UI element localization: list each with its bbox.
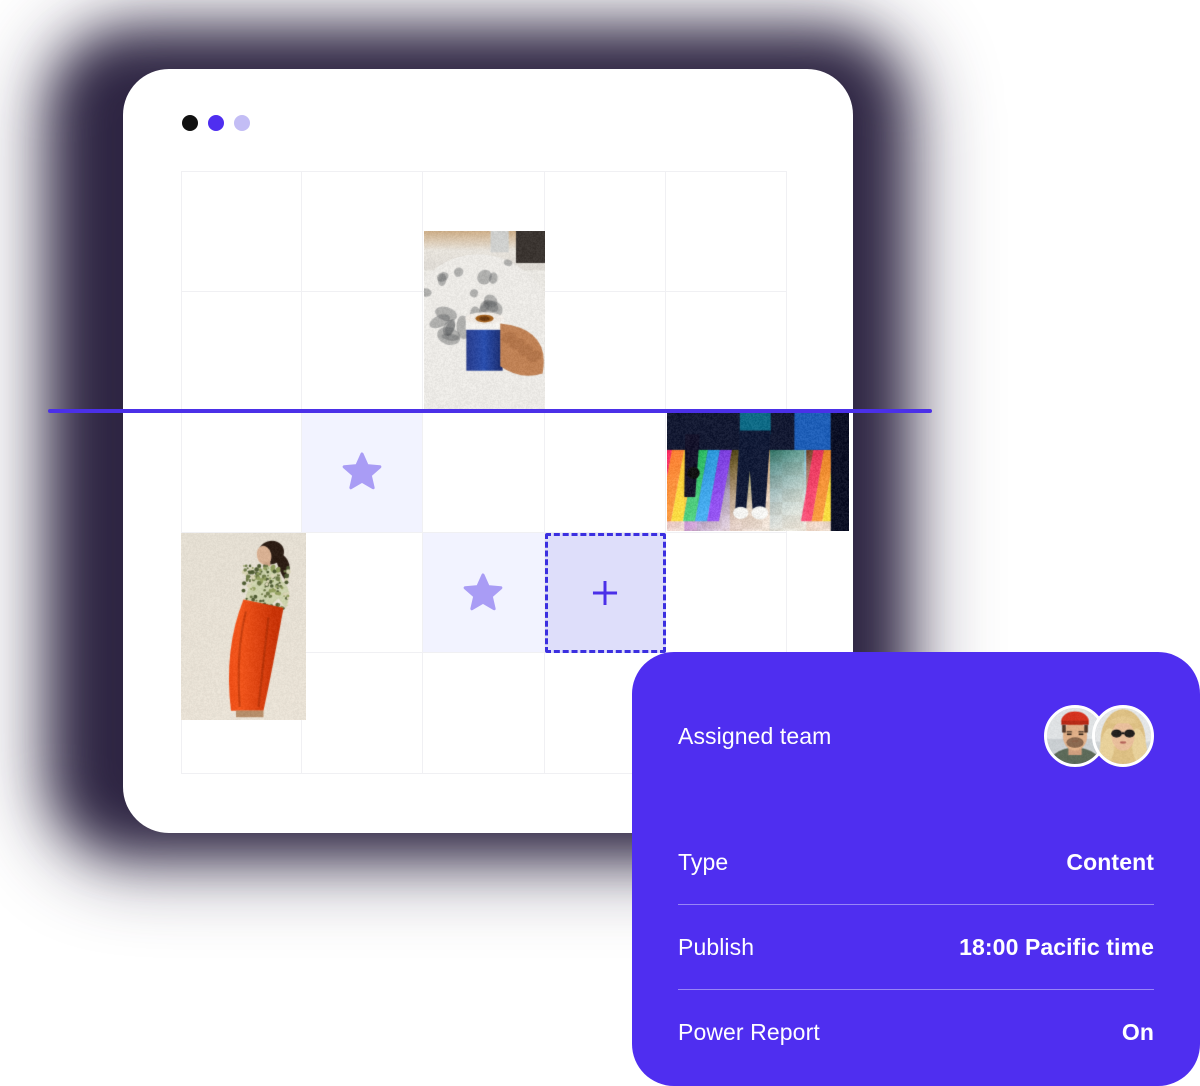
window-dot-purple[interactable] [208, 115, 224, 131]
calendar-cell-r4-c3[interactable] [423, 533, 544, 654]
type-label: Type [678, 849, 728, 876]
calendar-cell-r5-c2[interactable] [302, 653, 423, 774]
plus-icon[interactable] [588, 576, 622, 610]
calendar-cell-r3-c2[interactable] [302, 412, 423, 533]
calendar-cell-r5-c3[interactable] [423, 653, 544, 774]
media-tile-dancefloor[interactable] [667, 410, 849, 531]
type-row[interactable]: Type Content [678, 820, 1154, 904]
media-tile-coffee[interactable] [424, 231, 545, 409]
calendar-cell-r2-c2[interactable] [302, 292, 423, 413]
calendar-cell-r3-c4[interactable] [545, 412, 666, 533]
calendar-dropzone-cell[interactable] [545, 533, 666, 654]
window-controls [182, 115, 250, 131]
calendar-cell-r3-c3[interactable] [423, 412, 544, 533]
post-detail-card: Assigned team Type Content Publish 18:00… [632, 652, 1200, 1086]
assigned-team-avatars[interactable] [1044, 705, 1154, 767]
type-value: Content [1066, 849, 1154, 876]
power-report-value: On [1122, 1019, 1154, 1046]
calendar-cell-r2-c5[interactable] [666, 292, 787, 413]
power-report-label: Power Report [678, 1019, 820, 1046]
publish-value: 18:00 Pacific time [959, 934, 1154, 961]
calendar-cell-r3-c1[interactable] [181, 412, 302, 533]
calendar-cell-r2-c4[interactable] [545, 292, 666, 413]
assigned-team-label: Assigned team [678, 723, 831, 750]
calendar-cell-r1-c2[interactable] [302, 171, 423, 292]
calendar-cell-r1-c1[interactable] [181, 171, 302, 292]
star-icon [460, 570, 506, 616]
calendar-cell-r4-c5[interactable] [666, 533, 787, 654]
calendar-cell-r1-c5[interactable] [666, 171, 787, 292]
calendar-cell-r2-c1[interactable] [181, 292, 302, 413]
calendar-cell-r1-c4[interactable] [545, 171, 666, 292]
avatar-woman-sunglasses[interactable] [1092, 705, 1154, 767]
assigned-team-row: Assigned team [678, 652, 1154, 820]
media-tile-model[interactable] [181, 533, 306, 720]
screenshot-stage: Assigned team Type Content Publish 18:00… [0, 0, 1200, 1086]
star-icon [339, 449, 385, 495]
publish-row[interactable]: Publish 18:00 Pacific time [678, 905, 1154, 989]
power-report-row[interactable]: Power Report On [678, 990, 1154, 1074]
window-dot-lavender[interactable] [234, 115, 250, 131]
window-dot-black[interactable] [182, 115, 198, 131]
current-time-marker [48, 409, 932, 413]
publish-label: Publish [678, 934, 754, 961]
calendar-cell-r4-c2[interactable] [302, 533, 423, 654]
